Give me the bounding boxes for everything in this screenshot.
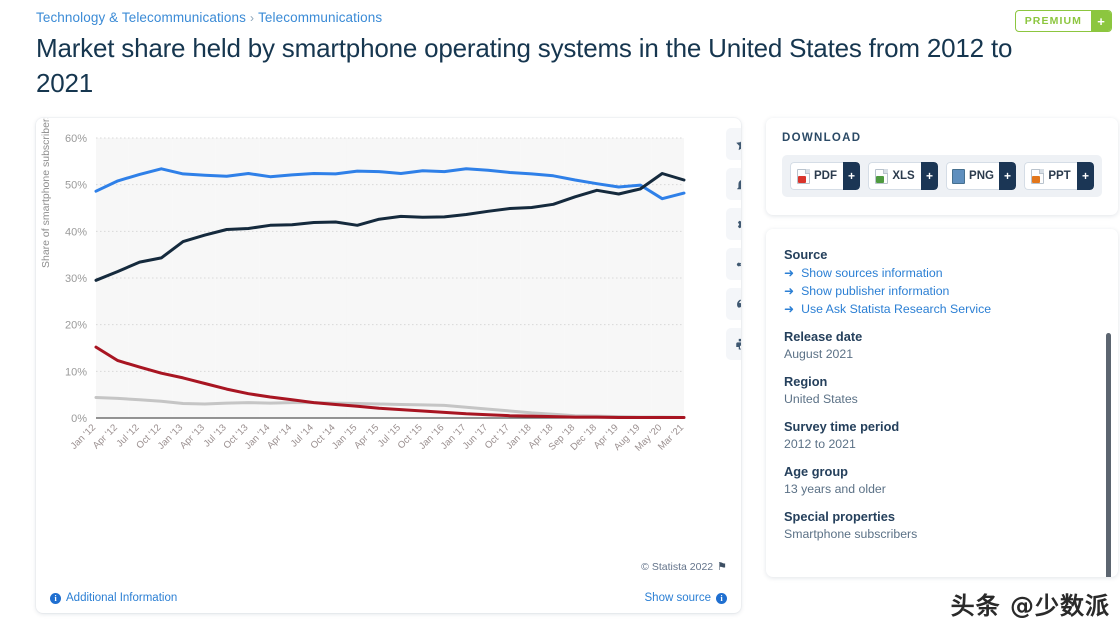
- arrow-right-icon: ➜: [784, 266, 795, 281]
- info-field-value: Smartphone subscribers: [784, 527, 918, 542]
- info-icon: i: [716, 592, 727, 604]
- download-options-toggle[interactable]: +: [999, 162, 1016, 191]
- info-fields-list: Release date August 2021 Region United Stat…: [784, 329, 1100, 541]
- quote-icon[interactable]: [726, 288, 741, 321]
- info-field: Region United States: [784, 374, 1100, 406]
- info-field-label: Region: [784, 374, 828, 390]
- svg-text:20%: 20%: [65, 320, 87, 332]
- info-field: Release date August 2021: [784, 329, 1100, 361]
- download-button-row: PDF + XLS + PNG + PPT +: [782, 155, 1102, 198]
- png-file-icon: [952, 168, 966, 184]
- premium-badge[interactable]: PREMIUM +: [1014, 10, 1112, 32]
- source-link[interactable]: ➜ Use Ask Statista Research Service: [784, 302, 1100, 316]
- info-panel: Source ➜ Show sources information ➜ Show pu…: [766, 229, 1118, 578]
- chart-card: Share of smartphone subscribers 0% 10% 20%…: [36, 118, 741, 614]
- additional-information-label: Additional Information: [66, 592, 178, 605]
- download-options-toggle[interactable]: +: [843, 162, 860, 191]
- download-png-button[interactable]: PNG +: [946, 162, 1016, 191]
- info-field-value: United States: [784, 392, 858, 407]
- ppt-file-icon: [1031, 168, 1045, 184]
- premium-badge-label: PREMIUM: [1024, 15, 1082, 27]
- source-link-label: Use Ask Statista Research Service: [801, 302, 992, 317]
- breadcrumb: Technology & Telecommunications › Telecomm…: [36, 10, 1120, 25]
- chart-plot-region: Share of smartphone subscribers 0% 10% 20%…: [36, 118, 696, 558]
- source-link[interactable]: ➜ Show sources information: [784, 266, 1100, 280]
- content-region: Share of smartphone subscribers 0% 10% 20%…: [0, 118, 1120, 614]
- info-field-value: 13 years and older: [784, 482, 886, 497]
- chart-footer-bar: i Additional Information Show source i: [36, 583, 741, 613]
- download-options-toggle[interactable]: +: [921, 162, 938, 191]
- info-field-label: Release date: [784, 329, 863, 345]
- source-link[interactable]: ➜ Show publisher information: [784, 284, 1100, 298]
- chart-copyright: © Statista 2022 ⚑: [641, 560, 727, 574]
- chart-action-rail: [726, 128, 741, 361]
- svg-text:30%: 30%: [65, 273, 87, 285]
- source-heading: Source: [784, 247, 828, 263]
- additional-information-link[interactable]: i Additional Information: [50, 592, 177, 604]
- info-field-label: Age group: [784, 464, 848, 480]
- download-ppt-button[interactable]: PPT +: [1024, 162, 1094, 191]
- print-icon[interactable]: [726, 328, 741, 361]
- download-button-label: PDF: [814, 170, 837, 183]
- copyright-text: © Statista 2022: [641, 560, 714, 573]
- show-source-label: Show source: [644, 592, 711, 605]
- page-title: Market share held by smartphone operatin…: [36, 33, 1013, 98]
- svg-text:Apr '15: Apr '15: [352, 423, 381, 452]
- info-field: Age group 13 years and older: [784, 464, 1100, 496]
- source-link-label: Show publisher information: [801, 284, 950, 299]
- download-options-toggle[interactable]: +: [1077, 162, 1094, 191]
- show-source-link[interactable]: Show source i: [645, 592, 727, 604]
- line-chart-svg: 0%10%20%30%40%50%60%Jan '12Apr '12Jul '1…: [65, 133, 686, 454]
- info-field-label: Special properties: [784, 509, 895, 525]
- source-links-list: ➜ Show sources information ➜ Show publisher…: [784, 266, 1100, 316]
- download-heading: DOWNLOAD: [782, 132, 862, 145]
- share-icon[interactable]: [726, 248, 741, 281]
- download-panel: DOWNLOAD PDF + XLS + PNG + PPT +: [766, 118, 1118, 216]
- breadcrumb-separator: ›: [249, 11, 255, 25]
- svg-text:40%: 40%: [65, 227, 87, 239]
- info-field-value: August 2021: [784, 347, 854, 362]
- svg-text:50%: 50%: [65, 180, 87, 192]
- svg-text:10%: 10%: [65, 367, 87, 379]
- svg-text:Apr '14: Apr '14: [265, 422, 295, 452]
- download-button-label: PNG: [969, 170, 994, 183]
- source-link-label: Show sources information: [801, 266, 943, 281]
- download-button-label: PPT: [1048, 170, 1071, 183]
- page-header: Technology & Telecommunications › Telecomm…: [0, 0, 1120, 101]
- premium-badge-plus-icon[interactable]: +: [1091, 11, 1111, 31]
- breadcrumb-item-0[interactable]: Technology & Telecommunications: [36, 10, 246, 25]
- download-button-label: XLS: [892, 170, 915, 183]
- svg-text:Apr '13: Apr '13: [178, 423, 207, 452]
- flag-icon[interactable]: ⚑: [717, 560, 727, 573]
- info-icon: i: [50, 592, 61, 604]
- xls-file-icon: [875, 168, 889, 184]
- right-sidebar: DOWNLOAD PDF + XLS + PNG + PPT + Source ➜ Show s…: [766, 118, 1118, 578]
- info-field-label: Survey time period: [784, 419, 900, 435]
- svg-text:60%: 60%: [65, 133, 87, 145]
- info-field: Special properties Smartphone subscribers: [784, 509, 1100, 541]
- source-block: Source ➜ Show sources information ➜ Show pu…: [784, 247, 1100, 316]
- favorite-star-icon[interactable]: [726, 128, 741, 161]
- breadcrumb-item-1[interactable]: Telecommunications: [258, 10, 382, 25]
- arrow-right-icon: ➜: [784, 284, 795, 299]
- svg-text:Apr '12: Apr '12: [91, 423, 120, 452]
- download-xls-button[interactable]: XLS +: [868, 162, 938, 191]
- panel-scrollbar-thumb[interactable]: [1106, 333, 1111, 578]
- bell-icon[interactable]: [726, 168, 741, 201]
- download-pdf-button[interactable]: PDF +: [790, 162, 860, 191]
- svg-text:0%: 0%: [71, 413, 87, 425]
- pdf-file-icon: [797, 168, 810, 184]
- info-field-value: 2012 to 2021: [784, 437, 856, 452]
- gear-icon[interactable]: [726, 208, 741, 241]
- info-field: Survey time period 2012 to 2021: [784, 419, 1100, 451]
- arrow-right-icon: ➜: [784, 302, 795, 317]
